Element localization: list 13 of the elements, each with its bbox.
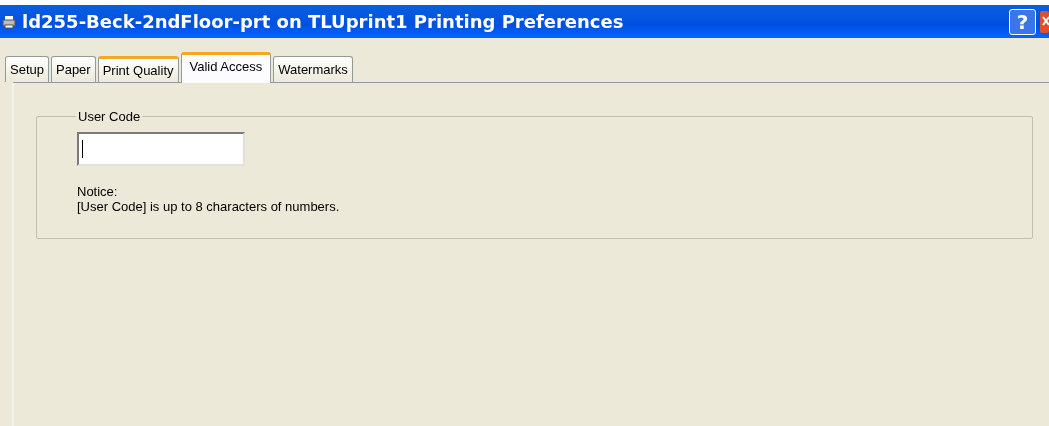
help-button[interactable]: ? (1009, 8, 1036, 35)
window-title: ld255-Beck-2ndFloor-prt on TLUprint1 Printing Preferences (22, 11, 625, 32)
printer-icon (2, 14, 16, 29)
group-title: User Code (77, 109, 142, 124)
close-icon[interactable] (1040, 10, 1049, 33)
tab[interactable]: Valid Access (180, 52, 272, 83)
input-field[interactable] (77, 132, 245, 166)
tab[interactable]: Print Quality (97, 56, 179, 82)
notice-label: Notice: (77, 184, 119, 199)
tab[interactable]: Setup (5, 56, 49, 82)
tab[interactable]: Watermarks (273, 56, 353, 82)
tab[interactable]: Paper (51, 56, 96, 82)
notice-text: [User Code] is up to 8 characters of numbers. (77, 199, 341, 214)
